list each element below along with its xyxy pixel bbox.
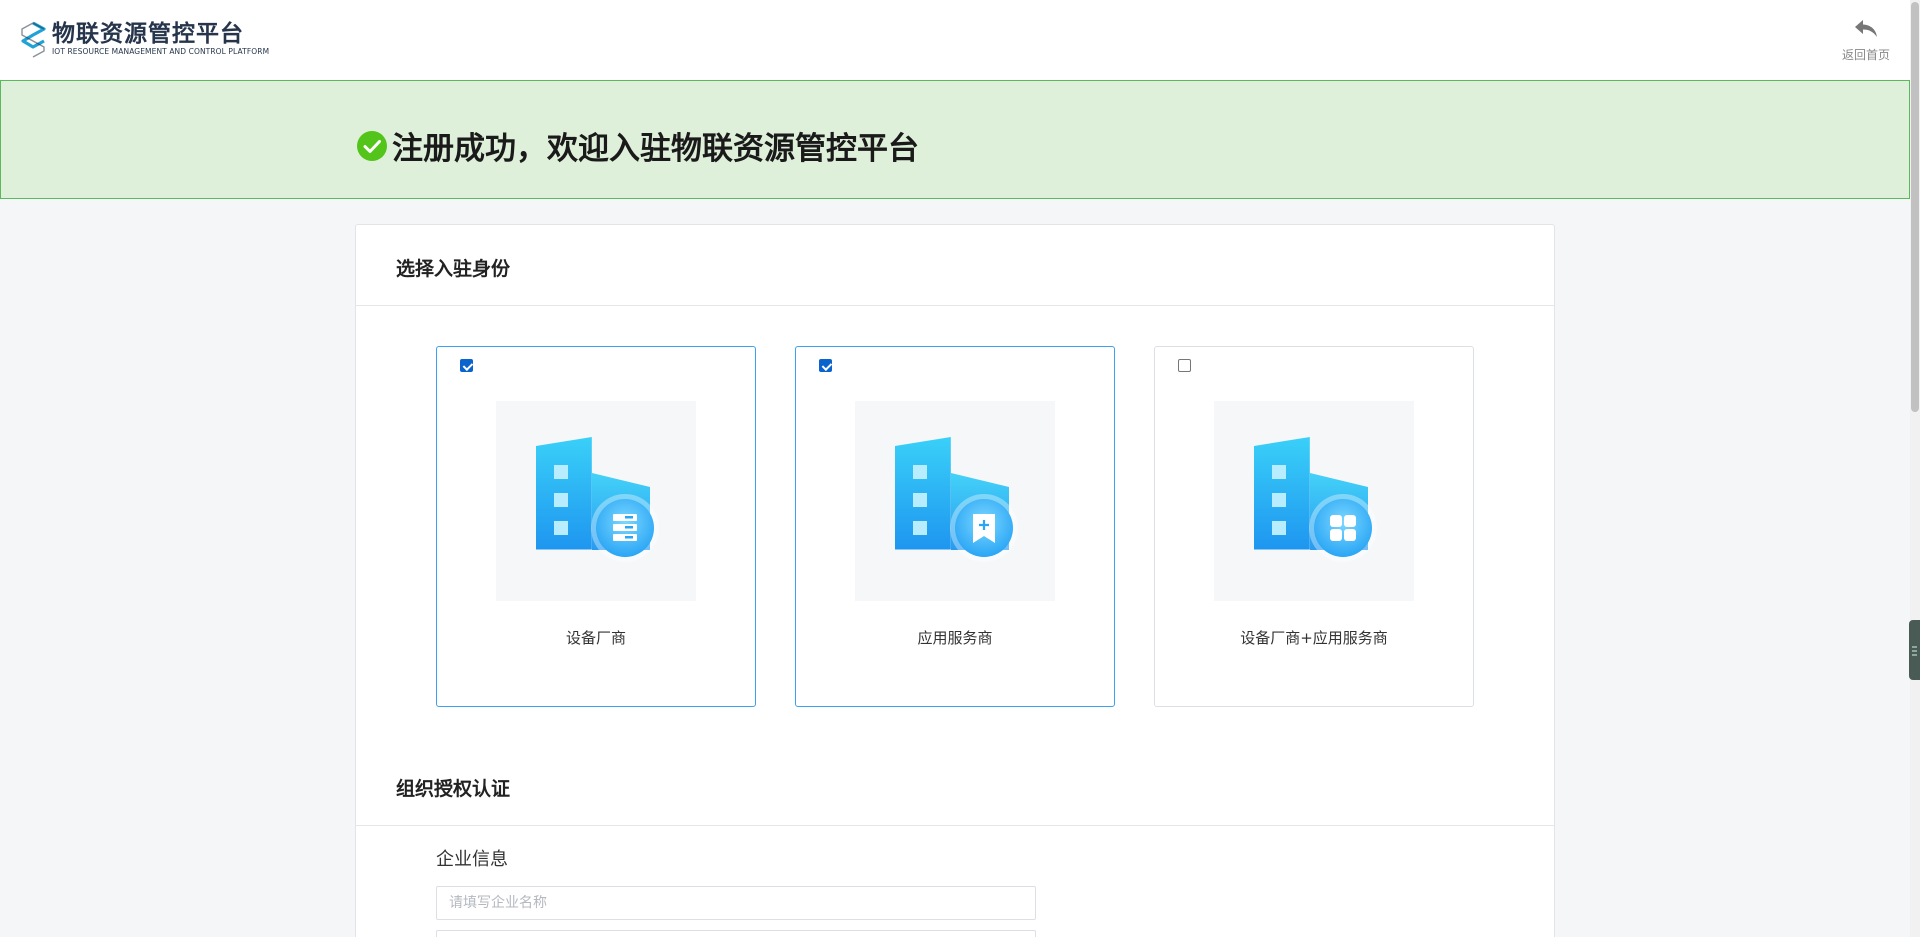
identity-option-both[interactable]: 设备厂商+应用服务商 bbox=[1154, 346, 1474, 707]
identity-checkbox[interactable] bbox=[460, 359, 473, 372]
identity-option-label: 设备厂商+应用服务商 bbox=[1240, 629, 1388, 647]
page-scrollbar[interactable] bbox=[1910, 0, 1920, 937]
bookmark-building-icon bbox=[895, 437, 1018, 562]
identity-option-app-provider[interactable]: 应用服务商 bbox=[795, 346, 1115, 707]
logo-title: 物联资源管控平台 bbox=[52, 21, 244, 47]
side-handle-tab[interactable] bbox=[1909, 620, 1920, 680]
platform-logo[interactable]: 物联资源管控平台 IOT RESOURCE MANAGEMENT AND CON… bbox=[18, 20, 269, 58]
check-circle-icon bbox=[357, 130, 387, 161]
logo-s-icon bbox=[21, 21, 46, 58]
illustration-tile bbox=[1214, 401, 1414, 601]
identity-checkbox[interactable] bbox=[1178, 359, 1191, 372]
identity-section-title: 选择入驻身份 bbox=[396, 258, 511, 280]
logo-subtitle: IOT RESOURCE MANAGEMENT AND CONTROL PLAT… bbox=[52, 47, 270, 56]
server-building-icon bbox=[536, 437, 659, 562]
registration-card: 选择入驻身份 设备厂商 应用服务商 设备厂商+应用服务商 组织授权认证 企业信息… bbox=[355, 224, 1555, 937]
company-info-title: 企业信息 bbox=[436, 849, 508, 870]
section-divider bbox=[356, 825, 1554, 826]
scrollbar-thumb[interactable] bbox=[1911, 2, 1919, 412]
illustration-tile bbox=[855, 401, 1055, 601]
undo-arrow-icon bbox=[1855, 20, 1877, 37]
success-banner: 注册成功，欢迎入驻物联资源管控平台 bbox=[0, 80, 1910, 199]
section-divider bbox=[356, 305, 1554, 306]
identity-option-device-vendor[interactable]: 设备厂商 bbox=[436, 346, 756, 707]
grid-building-icon bbox=[1254, 437, 1377, 562]
second-company-field[interactable] bbox=[436, 930, 1036, 937]
identity-option-label: 设备厂商 bbox=[565, 629, 626, 647]
back-home-button[interactable]: 返回首页 bbox=[1836, 18, 1896, 63]
identity-option-label: 应用服务商 bbox=[917, 629, 993, 647]
illustration-tile bbox=[496, 401, 696, 601]
auth-section-title: 组织授权认证 bbox=[396, 778, 511, 800]
back-home-label: 返回首页 bbox=[1841, 48, 1890, 62]
success-message: 注册成功，欢迎入驻物联资源管控平台 bbox=[392, 131, 919, 167]
identity-checkbox[interactable] bbox=[819, 359, 832, 372]
top-navbar: 物联资源管控平台 IOT RESOURCE MANAGEMENT AND CON… bbox=[0, 0, 1920, 80]
company-name-input[interactable] bbox=[436, 886, 1036, 920]
